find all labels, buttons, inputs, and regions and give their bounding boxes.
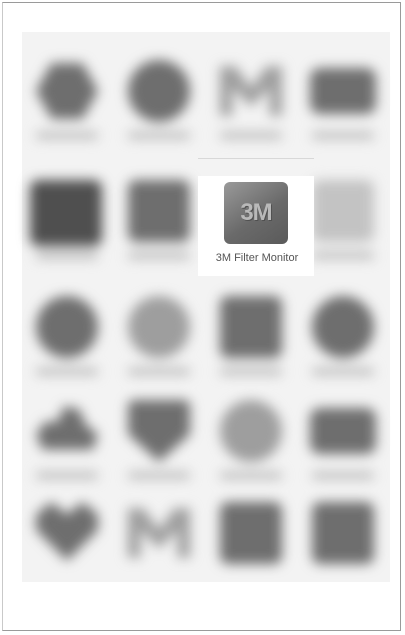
app-blurred-icon [36, 63, 98, 119]
app-label-blurred [36, 252, 98, 259]
app-blurred-icon [312, 180, 374, 242]
app-label-blurred [128, 132, 190, 139]
app-icon-blurred[interactable] [206, 390, 296, 490]
app-icon-blurred[interactable] [206, 286, 296, 386]
app-icon-blurred[interactable] [114, 492, 204, 592]
app-icon-blurred[interactable] [298, 390, 388, 490]
app-icon-blurred[interactable] [114, 390, 204, 490]
home-screen [22, 32, 390, 582]
app-label-blurred [128, 472, 190, 479]
app-blurred-icon [30, 180, 102, 246]
app-icon-blurred[interactable] [22, 390, 112, 490]
app-blurred-icon [312, 502, 374, 564]
app-icon-blurred[interactable] [206, 50, 296, 150]
app-blurred-icon [312, 296, 374, 358]
app-icon-blurred[interactable] [114, 170, 204, 270]
app-label-blurred [128, 252, 190, 259]
app-icon-blurred[interactable] [114, 286, 204, 386]
divider [198, 158, 314, 159]
app-label-blurred [220, 132, 282, 139]
3m-filter-monitor-app-label[interactable]: 3M Filter Monitor [201, 249, 313, 267]
app-icon-blurred[interactable] [114, 50, 204, 150]
app-label-blurred [312, 132, 374, 139]
blurred-app-grid [22, 32, 390, 582]
app-blurred-icon [36, 406, 98, 450]
app-blurred-icon [220, 296, 282, 358]
3m-logo-text: 3M [240, 199, 272, 226]
app-blurred-icon [128, 60, 190, 122]
app-label-blurred [220, 368, 282, 375]
app-blurred-icon [128, 180, 190, 242]
app-blurred-icon [36, 296, 98, 358]
app-icon-blurred[interactable] [22, 170, 112, 270]
3m-filter-monitor-app-icon[interactable]: 3M [224, 182, 288, 244]
app-label-blurred [36, 368, 98, 375]
app-label-blurred [36, 132, 98, 139]
app-label-blurred [128, 368, 190, 375]
app-label-blurred [220, 472, 282, 479]
app-blurred-icon [220, 502, 282, 564]
app-icon-blurred[interactable] [206, 492, 296, 592]
app-icon-blurred[interactable] [22, 492, 112, 592]
app-icon-blurred[interactable] [22, 286, 112, 386]
app-blurred-icon [220, 400, 282, 462]
app-label-blurred [312, 472, 374, 479]
app-icon-blurred[interactable] [22, 50, 112, 150]
app-icon-blurred[interactable] [298, 50, 388, 150]
app-blurred-icon [310, 408, 376, 454]
app-blurred-icon [36, 502, 98, 561]
app-icon-blurred[interactable] [298, 492, 388, 592]
app-blurred-icon [128, 400, 190, 462]
app-blurred-icon [128, 508, 190, 558]
app-icon-blurred[interactable] [298, 286, 388, 386]
app-blurred-icon [128, 296, 190, 358]
app-blurred-icon [220, 66, 282, 116]
app-label-blurred [36, 472, 98, 479]
app-label-blurred [312, 252, 374, 259]
app-blurred-icon [310, 68, 376, 114]
app-label-blurred [312, 368, 374, 375]
